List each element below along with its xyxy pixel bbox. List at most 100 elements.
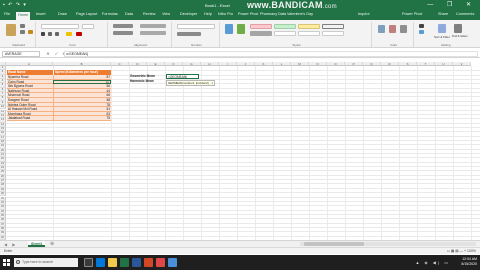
conditional-formatting-icon[interactable] <box>225 24 233 34</box>
tab-power-pivot-2[interactable]: Power Pivot <box>402 12 422 16</box>
font-color-icon[interactable] <box>76 32 82 36</box>
bold-icon[interactable] <box>41 32 45 36</box>
number-group: Number <box>174 22 220 47</box>
excel-taskbar-icon[interactable] <box>120 258 129 267</box>
number-format-dropdown[interactable] <box>177 24 215 29</box>
tab-draw[interactable]: Draw <box>58 12 67 16</box>
tab-review[interactable]: Review <box>143 12 155 16</box>
format-as-table-icon[interactable] <box>237 24 245 34</box>
column-header-t[interactable]: T <box>417 62 435 66</box>
font-size-dropdown[interactable] <box>82 24 94 29</box>
underline-icon[interactable] <box>55 32 59 36</box>
cut-icon[interactable] <box>20 24 25 28</box>
taskbar-clock[interactable]: 12:04 AM 8/15/2020 <box>461 257 477 267</box>
copy-icon[interactable] <box>20 30 25 34</box>
share-button[interactable]: Share <box>438 12 448 16</box>
bandicam-taskbar-icon[interactable] <box>156 258 165 267</box>
style-linked-cell[interactable] <box>322 31 344 36</box>
column-header-g[interactable]: G <box>183 62 201 66</box>
column-header-m[interactable]: M <box>291 62 309 66</box>
task-view-icon[interactable] <box>84 258 93 267</box>
column-header-i[interactable]: I <box>219 62 237 66</box>
fill-color-icon[interactable] <box>66 32 72 36</box>
tab-data[interactable]: Data <box>125 12 133 16</box>
road-name-cell[interactable]: Jalalabad Road <box>7 116 53 121</box>
edge-icon[interactable] <box>96 258 105 267</box>
horizontal-scrollbar[interactable] <box>300 242 476 246</box>
column-header-q[interactable]: Q <box>363 62 381 66</box>
column-header-s[interactable]: S <box>399 62 417 66</box>
style-good[interactable] <box>274 24 296 29</box>
vertical-align-icons[interactable] <box>113 24 133 28</box>
style-check-cell[interactable] <box>250 31 272 36</box>
comments-button[interactable]: Comments <box>456 12 474 16</box>
tab-valentines-day[interactable]: Valentine's Day <box>287 12 313 16</box>
taskbar-search[interactable]: Type here to search <box>14 258 78 267</box>
tab-help[interactable]: Help <box>204 12 212 16</box>
autosum-icon[interactable] <box>419 24 424 28</box>
tab-file[interactable]: File <box>4 12 10 16</box>
speed-cell[interactable]: 75 <box>53 116 111 121</box>
style-bad[interactable] <box>250 24 272 29</box>
style-explanatory[interactable] <box>274 31 296 36</box>
column-header-p[interactable]: P <box>345 62 363 66</box>
style-input[interactable] <box>298 31 320 36</box>
style-calculation[interactable] <box>322 24 344 29</box>
tab-developer[interactable]: Developer <box>180 12 197 16</box>
tab-nitro-pro[interactable]: Nitro Pro <box>218 12 233 16</box>
format-painter-icon[interactable] <box>28 30 33 34</box>
harmonic-mean-label[interactable]: Harmonic Mean <box>130 79 166 84</box>
powerpoint-taskbar-icon[interactable] <box>144 258 153 267</box>
delete-cells-icon[interactable] <box>389 25 396 33</box>
column-header-u[interactable]: U <box>435 62 453 66</box>
file-explorer-icon[interactable] <box>108 258 117 267</box>
horizontal-align-icons[interactable] <box>113 31 133 35</box>
column-header-h[interactable]: H <box>201 62 219 66</box>
merge-center-button[interactable] <box>140 31 166 35</box>
tab-formulas[interactable]: Formulas <box>102 12 118 16</box>
column-header-a[interactable]: A <box>6 62 53 66</box>
tab-page-layout[interactable]: Page Layout <box>76 12 97 16</box>
column-header-f[interactable]: F <box>165 62 183 66</box>
format-cells-icon[interactable] <box>400 25 407 33</box>
column-header-n[interactable]: N <box>309 62 327 66</box>
wrap-text-button[interactable] <box>140 24 166 28</box>
column-header-c[interactable]: C <box>111 62 129 66</box>
find-select-icon[interactable] <box>454 24 462 33</box>
column-header-o[interactable]: O <box>327 62 345 66</box>
column-header-r[interactable]: R <box>381 62 399 66</box>
window-controls[interactable]: — ❐ ✕ <box>427 1 477 8</box>
column-header-v[interactable]: V <box>453 62 471 66</box>
tab-power-pivot[interactable]: Power Pivot <box>238 12 258 16</box>
column-header-b[interactable]: B <box>53 62 111 66</box>
paste-icon[interactable] <box>6 24 16 36</box>
fill-icon[interactable] <box>419 30 424 34</box>
column-header-k[interactable]: K <box>255 62 273 66</box>
system-tray-icons[interactable]: ▲ ◈ ◀) ▭ <box>415 260 450 265</box>
quick-access-toolbar[interactable]: ▪ ↶ ↷ ▾ <box>3 2 27 8</box>
word-taskbar-icon[interactable] <box>132 258 141 267</box>
currency-percent-icons[interactable] <box>177 32 201 36</box>
app-taskbar-icon[interactable] <box>168 258 177 267</box>
style-neutral[interactable] <box>298 24 320 29</box>
column-header-d[interactable]: D <box>129 62 147 66</box>
tab-home[interactable]: Home <box>16 12 31 20</box>
tab-pharmacy-data[interactable]: Pharmacy Data <box>260 12 286 16</box>
windows-start-icon[interactable] <box>3 259 10 266</box>
column-header-j[interactable]: J <box>237 62 255 66</box>
tab-view[interactable]: View <box>162 12 170 16</box>
formula-input[interactable]: =GEOMEAN( <box>64 51 478 57</box>
column-header-e[interactable]: E <box>147 62 165 66</box>
geometric-mean-cell[interactable]: =GEOMEAN( <box>166 74 199 79</box>
font-name-dropdown[interactable] <box>41 24 79 29</box>
worksheet-grid[interactable]: ABCDEFGHIJKLMNOPQRSTUV 1 2 3 4 5 6 7 8 9 10 11 12 13… <box>0 62 480 241</box>
tab-inquire[interactable]: Inquire <box>358 12 370 16</box>
tab-insert[interactable]: Insert <box>36 12 46 16</box>
name-box[interactable]: AVERAGE <box>2 51 40 57</box>
insert-cells-icon[interactable] <box>378 25 385 33</box>
sort-filter-icon[interactable] <box>438 24 446 33</box>
scrollbar-thumb[interactable] <box>304 242 364 246</box>
column-header-l[interactable]: L <box>273 62 291 66</box>
italic-icon[interactable] <box>48 32 52 36</box>
zoom-controls[interactable]: ▭ ▦ ▤ — + 100% <box>447 249 476 253</box>
